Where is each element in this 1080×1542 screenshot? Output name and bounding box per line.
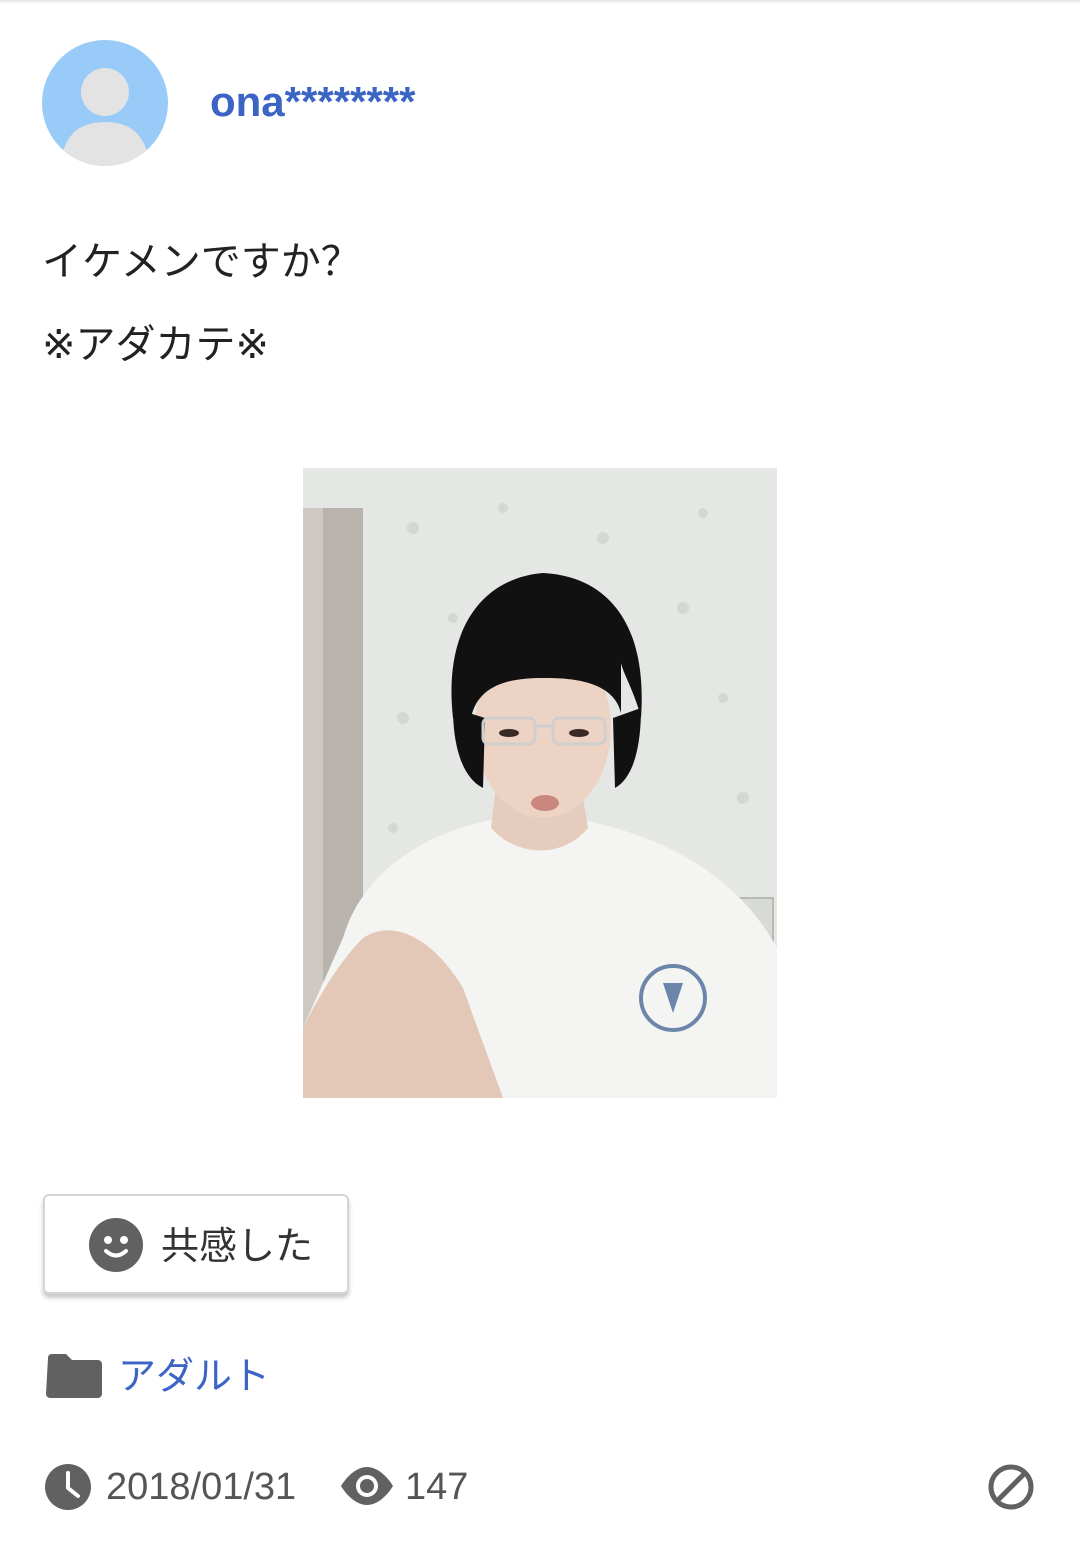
empathy-button[interactable]: 共感した [43, 1194, 349, 1294]
post-photo[interactable] [303, 468, 777, 1098]
view-count: 147 [405, 1466, 469, 1508]
eye-icon [341, 1467, 393, 1505]
smiley-face-icon [89, 1218, 143, 1272]
empathy-button-label: 共感した [161, 1224, 314, 1268]
username-link[interactable]: ona******** [210, 78, 415, 126]
folder-icon [46, 1354, 102, 1398]
selfie-photo-image [303, 468, 777, 1098]
top-divider [0, 0, 1080, 4]
clock-icon [45, 1464, 91, 1510]
post-body-line-2: ※アダカテ※ [42, 322, 270, 368]
post-date: 2018/01/31 [106, 1466, 297, 1508]
post-body-line-1: イケメンですか？ [42, 239, 361, 285]
block-icon[interactable] [987, 1463, 1035, 1511]
category-link[interactable]: アダルト [118, 1352, 270, 1400]
default-avatar-icon [42, 40, 168, 166]
user-avatar[interactable] [42, 40, 168, 166]
